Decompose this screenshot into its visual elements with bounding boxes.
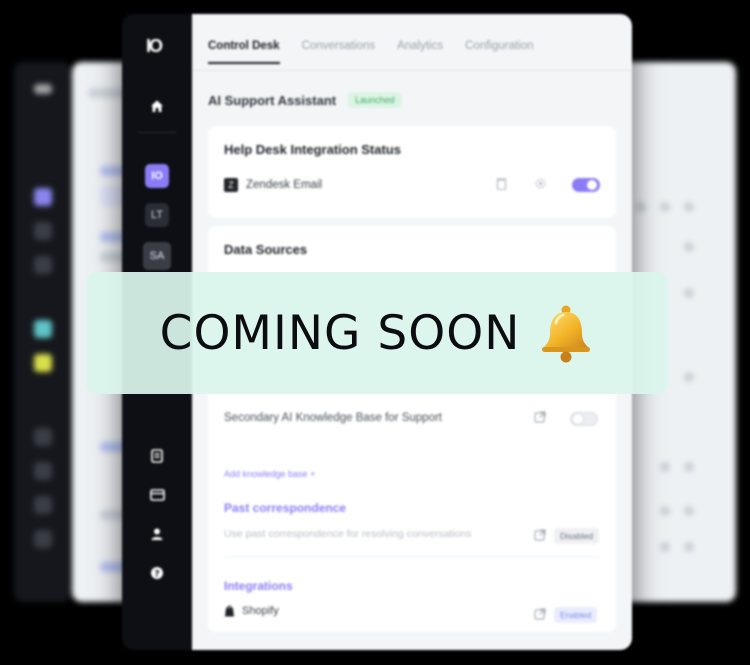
bell-icon xyxy=(538,303,594,363)
user-icon[interactable] xyxy=(145,522,169,546)
helpdesk-toggle[interactable] xyxy=(572,178,600,192)
toggle-knob xyxy=(573,414,583,424)
shopify-icon xyxy=(224,605,235,620)
trash-icon[interactable] xyxy=(496,177,507,193)
background-cell xyxy=(684,202,694,212)
integration-item-label: Shopify xyxy=(242,605,279,617)
tab-conversations[interactable]: Conversations xyxy=(302,40,376,64)
svg-text:?: ? xyxy=(154,570,159,580)
help-icon[interactable]: ? xyxy=(145,561,169,585)
add-knowledge-base-link[interactable]: Add knowledge base + xyxy=(224,469,315,479)
tab-control-desk[interactable]: Control Desk xyxy=(208,40,280,64)
toggle-knob xyxy=(587,180,597,190)
coming-soon-banner: COMING SOON xyxy=(86,272,668,394)
background-cell xyxy=(660,462,670,472)
background-cell xyxy=(684,542,694,552)
helpdesk-card: Help Desk Integration Status Z Zendesk E… xyxy=(208,126,616,218)
integrations-title: Integrations xyxy=(224,579,293,593)
background-cell xyxy=(684,506,694,516)
secondary-kb-label: Secondary AI Knowledge Base for Support xyxy=(224,412,443,424)
sidebar-item-io[interactable]: IO xyxy=(145,164,169,188)
background-sidebar xyxy=(14,62,72,602)
background-nav-icon xyxy=(34,188,52,206)
status-badge: Launched xyxy=(348,92,402,108)
brand-logo[interactable]: IO xyxy=(146,36,163,57)
background-cell xyxy=(660,542,670,552)
background-cell xyxy=(660,202,670,212)
tab-divider xyxy=(192,70,632,71)
background-nav-icon xyxy=(34,222,52,240)
background-cell xyxy=(684,242,694,252)
background-cell xyxy=(660,506,670,516)
background-cell xyxy=(684,372,694,382)
background-nav-icon xyxy=(34,256,52,274)
home-icon[interactable] xyxy=(145,94,169,118)
background-nav-icon xyxy=(34,462,52,480)
past-correspondence-description: Use past correspondence for resolving co… xyxy=(224,528,472,540)
section-divider xyxy=(224,556,600,557)
external-link-icon[interactable] xyxy=(534,529,546,544)
card-icon[interactable] xyxy=(145,483,169,507)
sidebar-item-lt[interactable]: LT xyxy=(145,203,169,227)
tab-configuration[interactable]: Configuration xyxy=(465,40,533,64)
external-link-icon[interactable] xyxy=(534,608,546,623)
background-cell xyxy=(636,202,646,212)
sidebar-item-sa[interactable]: SA xyxy=(143,242,171,270)
background-nav-icon xyxy=(34,428,52,446)
background-cell xyxy=(684,288,694,298)
card-title: Help Desk Integration Status xyxy=(224,142,401,157)
background-cell xyxy=(684,462,694,472)
gear-icon[interactable] xyxy=(534,177,547,193)
background-nav-icon xyxy=(34,496,52,514)
page-title: AI Support Assistant xyxy=(208,92,337,108)
past-correspondence-title: Past correspondence xyxy=(224,501,347,515)
tab-bar: Control Desk Conversations Analytics Con… xyxy=(208,40,534,64)
background-nav-icon xyxy=(34,530,52,548)
sidebar-item-label: IO xyxy=(151,170,163,182)
background-nav-icon xyxy=(34,320,52,338)
sidebar-divider xyxy=(138,132,176,133)
sidebar-item-label: SA xyxy=(149,250,165,262)
sidebar-item-label: LT xyxy=(150,209,164,221)
zendesk-icon: Z xyxy=(224,178,238,192)
card-title: Data Sources xyxy=(224,242,308,257)
secondary-kb-toggle[interactable] xyxy=(570,412,598,426)
disabled-badge: Disabled xyxy=(554,528,600,544)
tab-analytics[interactable]: Analytics xyxy=(397,40,443,64)
enabled-badge: Enabled xyxy=(554,607,598,623)
document-icon[interactable] xyxy=(145,444,169,468)
assistant-header: AI Support Assistant Launched xyxy=(208,92,402,108)
coming-soon-text: COMING SOON xyxy=(159,305,521,361)
integration-label: Zendesk Email xyxy=(246,179,323,191)
background-logo-icon xyxy=(34,84,52,94)
external-link-icon[interactable] xyxy=(534,411,546,426)
background-nav-icon xyxy=(34,354,52,372)
